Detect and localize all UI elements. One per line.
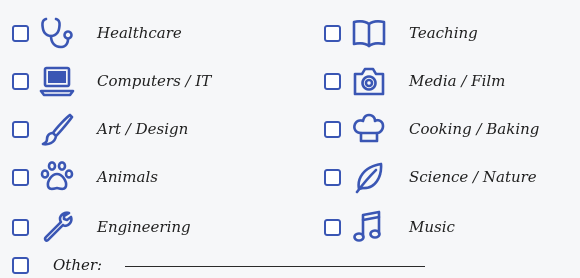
label-computers-it: Computers / IT bbox=[97, 72, 212, 90]
option-other[interactable]: Other: bbox=[12, 252, 102, 278]
laptop-icon bbox=[37, 61, 77, 101]
chef-hat-icon bbox=[349, 109, 389, 149]
checkbox-animals[interactable] bbox=[12, 168, 29, 186]
music-note-icon bbox=[349, 207, 389, 247]
label-healthcare: Healthcare bbox=[97, 24, 182, 42]
paintbrush-icon bbox=[37, 109, 77, 149]
checkbox-cooking-baking[interactable] bbox=[324, 120, 341, 138]
paw-icon bbox=[37, 157, 77, 197]
checkbox-computers-it[interactable] bbox=[12, 72, 29, 90]
option-computers-it[interactable]: Computers / IT bbox=[12, 61, 211, 101]
label-science-nature: Science / Nature bbox=[409, 168, 537, 186]
label-art-design: Art / Design bbox=[97, 120, 189, 138]
option-music[interactable]: Music bbox=[324, 207, 455, 247]
checkbox-engineering[interactable] bbox=[12, 218, 29, 236]
option-science-nature[interactable]: Science / Nature bbox=[324, 157, 537, 197]
checkbox-media-film[interactable] bbox=[324, 72, 341, 90]
label-other: Other: bbox=[53, 256, 103, 274]
checkbox-teaching[interactable] bbox=[324, 24, 341, 42]
stethoscope-icon bbox=[37, 13, 77, 53]
checkbox-art-design[interactable] bbox=[12, 120, 29, 138]
camera-icon bbox=[349, 61, 389, 101]
interest-checklist: Healthcare Computers / IT Art / Design A… bbox=[0, 0, 580, 278]
option-art-design[interactable]: Art / Design bbox=[12, 109, 188, 149]
label-cooking-baking: Cooking / Baking bbox=[409, 120, 540, 138]
option-healthcare[interactable]: Healthcare bbox=[12, 13, 182, 53]
checkbox-healthcare[interactable] bbox=[12, 24, 29, 42]
label-music: Music bbox=[409, 218, 455, 236]
checkbox-music[interactable] bbox=[324, 218, 341, 236]
option-teaching[interactable]: Teaching bbox=[324, 13, 478, 53]
label-media-film: Media / Film bbox=[409, 72, 506, 90]
option-engineering[interactable]: Engineering bbox=[12, 207, 191, 247]
leaf-icon bbox=[349, 157, 389, 197]
checkbox-science-nature[interactable] bbox=[324, 168, 341, 186]
book-icon bbox=[349, 13, 389, 53]
option-animals[interactable]: Animals bbox=[12, 157, 158, 197]
label-teaching: Teaching bbox=[409, 24, 478, 42]
option-media-film[interactable]: Media / Film bbox=[324, 61, 505, 101]
checkbox-other[interactable] bbox=[12, 256, 29, 274]
label-engineering: Engineering bbox=[97, 218, 191, 236]
option-cooking-baking[interactable]: Cooking / Baking bbox=[324, 109, 539, 149]
other-text-field[interactable] bbox=[125, 266, 425, 267]
label-animals: Animals bbox=[97, 168, 158, 186]
wrench-icon bbox=[37, 207, 77, 247]
